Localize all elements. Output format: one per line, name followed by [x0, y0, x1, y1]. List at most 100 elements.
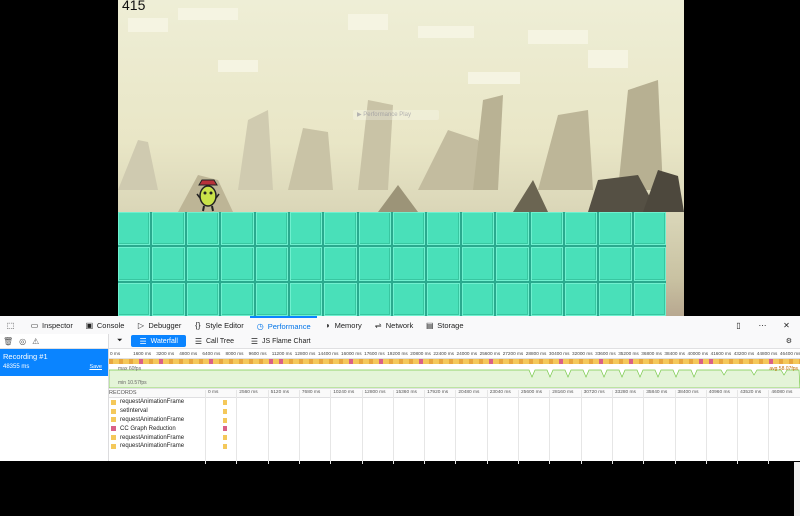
- ground-tile: [118, 247, 151, 281]
- filter-icon: ⏷: [117, 337, 123, 344]
- ground-tile: [633, 212, 666, 246]
- record-row[interactable]: requestAnimationFrame: [109, 442, 800, 451]
- records-header: RECORDS 0 ms 2560 ms 5120 ms 7680 ms 10240 m…: [109, 389, 800, 464]
- fps-avg-label: avg 58.07fps: [769, 366, 798, 372]
- more-options-button[interactable]: ⋯: [752, 316, 776, 334]
- cloud-pixel: [528, 30, 588, 44]
- record-color-swatch: [111, 435, 116, 441]
- ground-tile: [393, 212, 426, 246]
- performance-main: ⏷ ☰ Waterfall ☰ Call Tree ☰ JS Flame Chart …: [109, 334, 800, 516]
- ground-tile: [358, 212, 391, 246]
- tab-performance[interactable]: ◷ Performance: [249, 316, 317, 334]
- memory-icon: ◑: [324, 320, 330, 330]
- tab-style-editor[interactable]: {} Style Editor: [187, 316, 249, 334]
- console-icon: ▣: [85, 320, 94, 330]
- tab-inspector[interactable]: ▭ Inspector: [24, 316, 79, 334]
- cloud-pixel: [128, 18, 168, 32]
- ruler-tick: 40000 ms: [687, 351, 709, 356]
- fps-graph[interactable]: max 60fps min 10.57fps avg 58.07fps: [109, 364, 800, 389]
- ground-tile: [633, 282, 666, 316]
- waterfall-records: RECORDS 0 ms 2560 ms 5120 ms 7680 ms 10240 m…: [109, 389, 800, 516]
- gear-icon: ⚙: [785, 338, 792, 345]
- ground-tile: [358, 247, 391, 281]
- record-row[interactable]: requestAnimationFrame: [109, 416, 800, 425]
- clear-recordings-icon[interactable]: 🗑: [3, 337, 13, 346]
- fps-line: [109, 369, 800, 388]
- ground-tile: [221, 212, 254, 246]
- record-label: requestAnimationFrame: [109, 417, 205, 423]
- ruler-tick: 28800 ms: [525, 351, 547, 356]
- import-icon[interactable]: ⚠: [32, 337, 39, 346]
- ground-tile: [496, 247, 529, 281]
- ground-tile: [530, 247, 563, 281]
- fps-max-label: max 60fps: [118, 366, 142, 372]
- responsive-mode-icon: ▯: [736, 320, 741, 330]
- ruler-tick: 24000 ms: [456, 351, 478, 356]
- ground-tile: [496, 212, 529, 246]
- record-row[interactable]: requestAnimationFrame: [109, 433, 800, 442]
- tab-console[interactable]: ▣ Console: [79, 316, 131, 334]
- tab-label: Debugger: [148, 320, 182, 330]
- ground-tile: [564, 282, 598, 316]
- close-icon: ✕: [783, 320, 790, 330]
- pick-element-button[interactable]: ⬚: [0, 316, 24, 334]
- ground-tile: [289, 212, 323, 246]
- ground-tiles: [118, 212, 666, 316]
- ruler-tick: 43200 ms: [733, 351, 755, 356]
- records-scrollbar[interactable]: [794, 462, 800, 516]
- tab-label: Memory: [334, 320, 362, 330]
- ground-tile: [530, 282, 563, 316]
- game-viewport[interactable]: ▶ Performance Play 415: [0, 0, 800, 316]
- close-devtools-button[interactable]: ✕: [776, 316, 800, 334]
- ground-tile: [324, 282, 357, 316]
- record-row[interactable]: setInterval: [109, 407, 800, 416]
- tab-flame-chart[interactable]: ☰ JS Flame Chart: [242, 335, 319, 347]
- record-name: requestAnimationFrame: [120, 399, 185, 406]
- tab-debugger[interactable]: ▷ Debugger: [130, 316, 187, 334]
- ruler-tick: 36800 ms: [641, 351, 662, 356]
- ground-tile: [358, 282, 391, 316]
- ground-tile: [599, 212, 632, 246]
- tab-network[interactable]: ⇌ Network: [368, 316, 420, 334]
- tab-flame-chart-label: JS Flame Chart: [261, 337, 311, 345]
- ground-tile: [496, 282, 529, 316]
- recording-duration: 48355 ms: [3, 364, 30, 370]
- ruler-tick: 27200 ms: [502, 351, 524, 356]
- save-recording-link[interactable]: Save: [89, 364, 102, 370]
- ruler-tick: 16000 ms: [341, 351, 362, 356]
- ground-tile: [393, 282, 426, 316]
- ground-tile: [427, 212, 460, 246]
- record-row[interactable]: requestAnimationFrame: [109, 398, 800, 407]
- record-bar: [223, 408, 227, 414]
- fps-min-label: min 10.57fps: [118, 380, 147, 386]
- style-editor-icon: {}: [195, 320, 201, 330]
- devtools-toolbar: ⬚ ▭ Inspector ▣ Console ▷ Debugger {} Style Edi…: [0, 316, 800, 335]
- ground-tile: [118, 282, 151, 316]
- cloud-pixel: [178, 8, 238, 20]
- ground-tile: [186, 282, 220, 316]
- filter-button[interactable]: ⏷: [109, 335, 131, 347]
- responsive-mode-button[interactable]: ▯: [728, 316, 752, 334]
- cloud-pixel: [418, 26, 474, 38]
- debugger-icon: ▷: [137, 320, 144, 330]
- ground-tile: [255, 212, 288, 246]
- settings-button[interactable]: ⚙: [778, 335, 800, 347]
- recordings-sidebar: 🗑 ◎ ⚠ Recording #1 48355 ms Save: [0, 334, 109, 461]
- records-header-label: RECORDS: [109, 390, 137, 396]
- recording-item[interactable]: Recording #1 48355 ms Save: [0, 349, 108, 376]
- game-scene[interactable]: ▶ Performance Play: [118, 0, 684, 316]
- cloud-pixel: [218, 60, 258, 72]
- ground-tile: [530, 212, 563, 246]
- record-name: requestAnimationFrame: [120, 434, 185, 441]
- tab-call-tree[interactable]: ☰ Call Tree: [186, 335, 242, 347]
- ruler-tick: 4800 ms: [179, 351, 198, 356]
- tab-storage[interactable]: ▤ Storage: [419, 316, 469, 334]
- waterfall-icon: ☰: [139, 336, 147, 346]
- ruler-tick: 44800 ms: [756, 351, 778, 356]
- tab-memory[interactable]: ◑ Memory: [317, 316, 368, 334]
- ruler-tick: 11200 ms: [271, 351, 292, 356]
- record-row[interactable]: CC Graph Reduction: [109, 424, 800, 433]
- recording-name: Recording #1: [3, 352, 48, 361]
- tab-waterfall[interactable]: ☰ Waterfall: [130, 335, 186, 347]
- record-icon[interactable]: ◎: [19, 337, 26, 346]
